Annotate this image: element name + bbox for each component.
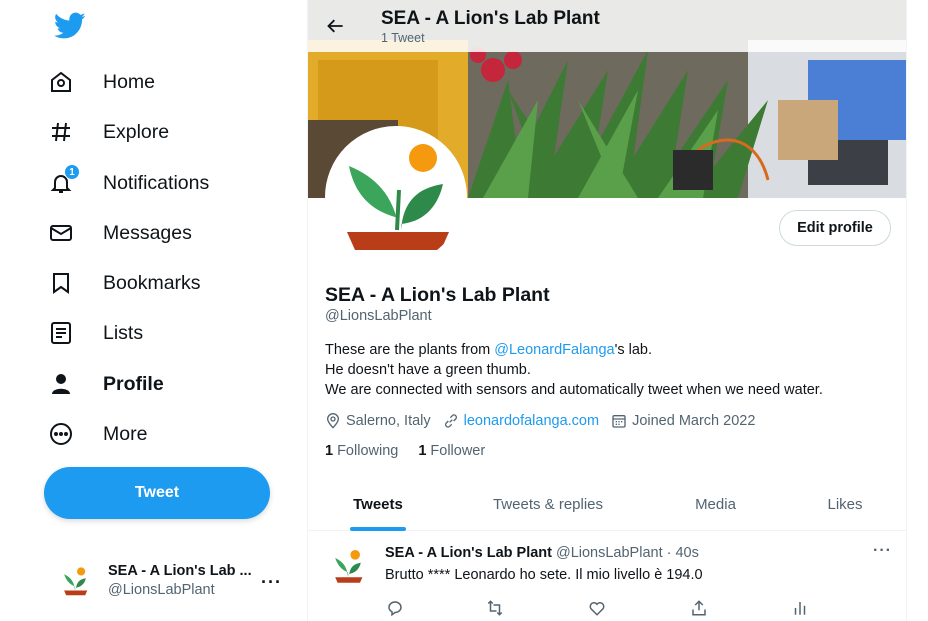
nav-lists-label: Lists <box>103 321 144 344</box>
nav-explore-label: Explore <box>103 120 170 143</box>
back-arrow-icon[interactable] <box>322 12 350 40</box>
tab-tweets-label: Tweets <box>353 496 403 513</box>
profile-website-link[interactable]: leonardofalanga.com <box>464 413 599 429</box>
account-more-icon[interactable]: ··· <box>261 572 282 593</box>
header-tweet-count: 1 Tweet <box>381 31 425 45</box>
more-circle-icon <box>46 419 76 449</box>
tab-likes[interactable]: Likes <box>783 478 906 531</box>
nav-lists[interactable]: Lists <box>46 310 143 356</box>
nav-profile[interactable]: Profile <box>46 361 164 407</box>
bookmark-icon <box>46 268 76 298</box>
account-switcher[interactable]: SEA - A Lion's Lab ... @LionsLabPlant ··… <box>48 552 298 610</box>
nav-messages[interactable]: Messages <box>46 210 192 256</box>
followers-count: 1 <box>418 443 427 459</box>
profile-column: SEA - A Lion's Lab Plant 1 Tweet Edit pr… <box>307 0 907 621</box>
profile-bio: These are the plants from @LeonardFalang… <box>325 340 823 400</box>
bio-line2: He doesn't have a green thumb. <box>325 362 531 378</box>
nav-explore[interactable]: Explore <box>46 109 169 155</box>
reply-icon[interactable] <box>385 598 405 618</box>
follow-stats: 1 Following 1 Follower <box>325 443 505 459</box>
retweet-icon[interactable] <box>485 598 505 618</box>
envelope-icon <box>46 218 76 248</box>
share-icon[interactable] <box>689 598 709 618</box>
followers-label: Follower <box>430 443 486 459</box>
followers-link[interactable]: 1 Follower <box>418 443 485 459</box>
profile-avatar[interactable] <box>325 126 467 268</box>
tweet-author-name[interactable]: SEA - A Lion's Lab Plant <box>385 545 552 561</box>
nav-notifications[interactable]: 1 Notifications <box>46 160 209 206</box>
link-icon <box>444 414 457 428</box>
home-icon <box>46 67 76 97</box>
active-tab-indicator <box>350 527 406 531</box>
tweet-actions <box>385 598 806 618</box>
account-name: SEA - A Lion's Lab ... <box>108 563 252 579</box>
profile-tabs: Tweets Tweets & replies Media Likes <box>308 478 906 531</box>
sidebar: Home Explore 1 Notifications Messages Bo… <box>0 0 307 621</box>
tweet-text: Brutto **** Leonardo ho sete. Il mio liv… <box>385 567 703 583</box>
edit-profile-button[interactable]: Edit profile <box>779 210 891 246</box>
person-icon <box>46 369 76 399</box>
tweet-avatar[interactable] <box>328 546 368 586</box>
nav-more-label: More <box>103 422 148 445</box>
account-handle: @LionsLabPlant <box>108 582 215 598</box>
tab-media-label: Media <box>695 496 736 513</box>
following-count: 1 <box>325 443 334 459</box>
nav-bookmarks[interactable]: Bookmarks <box>46 260 201 306</box>
profile-meta: Salerno, Italy leonardofalanga.com Joine… <box>325 410 767 432</box>
tweet-item[interactable]: SEA - A Lion's Lab Plant @LionsLabPlant … <box>308 532 906 621</box>
profile-joined: Joined March 2022 <box>632 413 756 429</box>
bio-mention-link[interactable]: @LeonardFalanga <box>494 342 614 358</box>
twitter-logo-icon[interactable] <box>53 12 86 42</box>
nav-messages-label: Messages <box>103 221 192 244</box>
tweet-more-icon[interactable]: ··· <box>873 542 892 560</box>
nav-home[interactable]: Home <box>46 59 155 105</box>
list-icon <box>46 318 76 348</box>
tab-tweets[interactable]: Tweets <box>308 478 448 531</box>
following-link[interactable]: 1 Following <box>325 443 398 459</box>
location-pin-icon <box>326 413 340 429</box>
like-heart-icon[interactable] <box>587 598 607 618</box>
header-title: SEA - A Lion's Lab Plant <box>381 8 600 29</box>
following-label: Following <box>337 443 399 459</box>
profile-name: SEA - A Lion's Lab Plant <box>325 284 550 306</box>
tab-tweets-replies-label: Tweets & replies <box>492 496 604 513</box>
hashtag-icon <box>46 117 76 147</box>
bio-line3: We are connected with sensors and automa… <box>325 382 823 398</box>
tweet-button[interactable]: Tweet <box>44 467 270 519</box>
tab-media[interactable]: Media <box>648 478 783 531</box>
bio-line1-post: 's lab. <box>614 342 653 358</box>
bio-line1-pre: These are the plants from <box>325 342 495 358</box>
notification-badge: 1 <box>64 164 80 180</box>
account-avatar <box>58 564 92 598</box>
bell-icon: 1 <box>46 164 80 198</box>
analytics-icon[interactable] <box>790 598 810 618</box>
calendar-icon <box>612 415 626 428</box>
tab-tweets-replies[interactable]: Tweets & replies <box>448 478 648 531</box>
tab-likes-label: Likes <box>827 496 863 513</box>
profile-header-bar: SEA - A Lion's Lab Plant 1 Tweet <box>308 0 906 52</box>
nav-notifications-label: Notifications <box>103 171 210 194</box>
profile-handle: @LionsLabPlant <box>325 308 432 324</box>
tweet-author-handle: @LionsLabPlant · 40s <box>555 545 699 561</box>
nav-home-label: Home <box>103 70 156 93</box>
profile-location: Salerno, Italy <box>346 413 431 429</box>
nav-bookmarks-label: Bookmarks <box>103 271 201 294</box>
nav-profile-label: Profile <box>103 372 164 395</box>
nav-more[interactable]: More <box>46 411 147 457</box>
